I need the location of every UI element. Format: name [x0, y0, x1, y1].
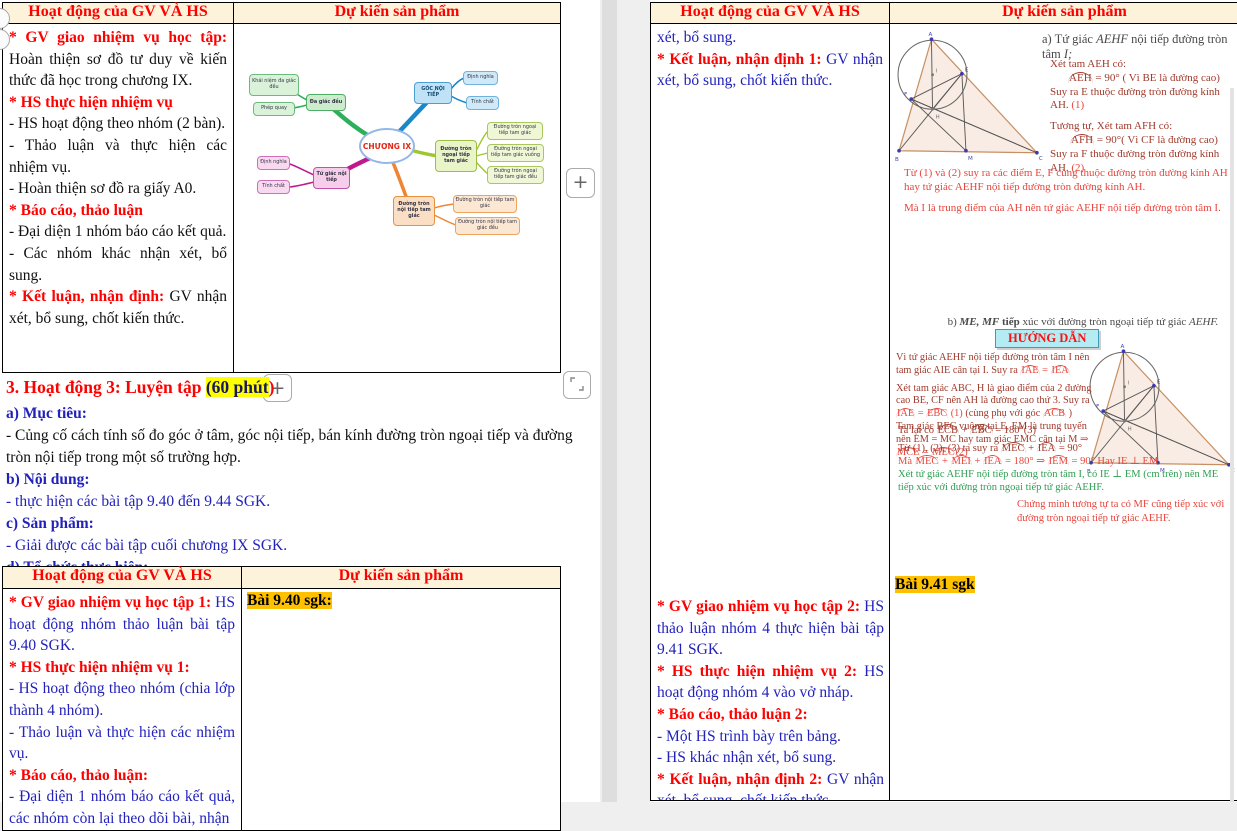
table-activity-right: Hoạt động của GV VÀ HS Dự kiến sản phẩm … — [650, 2, 1237, 801]
solution-b-conclusion: Chứng minh tương tự ta có MF cũng tiếp x… — [1017, 498, 1231, 525]
svg-text:F: F — [1096, 404, 1099, 410]
table-activity-bottom: Hoạt động của GV VÀ HS Dự kiến sản phẩm … — [2, 566, 561, 831]
document-page-left: Hoạt động của GV VÀ HS Dự kiến sản phẩm … — [0, 0, 600, 802]
mindmap-node: Định nghĩa — [257, 156, 290, 170]
activity-cell-bottom: * GV giao nhiệm vụ học tập 1: HS hoạt độ… — [3, 589, 241, 830]
activity-cell-right: xét, bổ sung.* Kết luận, nhận định 1: GV… — [651, 24, 889, 801]
section-body: a) Mục tiêu:- Củng cố cách tính số đo gó… — [6, 403, 592, 579]
svg-text:E: E — [965, 68, 969, 74]
page-gutter — [600, 0, 650, 802]
activity-paragraphs-bottom: * GV giao nhiệm vụ học tập 2: HS thảo lu… — [657, 596, 884, 801]
svg-text:F: F — [904, 92, 907, 98]
exercise-941-label: Bài 9.41 sgk — [895, 576, 975, 594]
mindmap-node: Định nghĩa — [463, 71, 498, 85]
mindmap-node: Đường tròn nội tiếp tam giác — [453, 195, 517, 213]
solution-cell: A B C E F H I M a) Tứ giác AEHF nội tiếp… — [890, 24, 1237, 800]
mindmap-node: Tính chất — [257, 180, 290, 194]
solution-b-steps-continued: Ta lại có ECB + EBC = 180°(3)Từ (1), (2)… — [898, 424, 1236, 494]
insert-plus-button[interactable]: + — [566, 168, 595, 198]
gutter-shadow — [602, 0, 617, 802]
table-header-product: Dự kiến sản phẩm — [242, 567, 561, 589]
mindmap-node-duong-tron-ngoai-tiep: Đường tròn ngoại tiếp tam giác — [435, 140, 477, 172]
svg-text:E: E — [1157, 380, 1161, 386]
solution-b-title: b) ME, MF tiếp xúc với đường tròn ngoại … — [927, 316, 1237, 328]
activity-cell-top: * GV giao nhiệm vụ học tập: Hoàn thiện s… — [3, 24, 233, 373]
mindmap-node: Khái niệm đa giác đều — [249, 74, 299, 96]
mindmap-center-node: CHƯƠNG IX — [359, 128, 415, 164]
table-header-activity: Hoạt động của GV VÀ HS — [651, 3, 890, 24]
activity-paragraphs-top: xét, bổ sung.* Kết luận, nhận định 1: GV… — [657, 27, 883, 92]
svg-text:H: H — [936, 114, 940, 120]
geometry-figure-1: A B C E F H I M — [895, 28, 1045, 164]
product-cell-bottom: Bài 9.40 sgk: — [242, 589, 560, 830]
mindmap-node: Đường tròn nội tiếp tam giác đều — [455, 217, 520, 235]
mindmap-node: Đường tròn ngoại tiếp tam giác vuông — [487, 144, 544, 162]
section-hoat-dong-3: 3. Hoạt động 3: Luyện tập (60 phút) a) M… — [6, 375, 592, 579]
table-header-product: Dự kiến sản phẩm — [234, 3, 561, 24]
svg-text:C: C — [1039, 156, 1043, 162]
mindmap-node: Đường tròn ngoại tiếp tam giác — [487, 122, 543, 140]
guide-box: HƯỚNG DẪN — [995, 329, 1099, 348]
table-header-product: Dự kiến sản phẩm — [890, 3, 1237, 24]
solution-a-steps: Xét tam AEH có:AEH = 90° ( Vì BE là đườn… — [1050, 58, 1237, 175]
table-header-activity: Hoạt động của GV VÀ HS — [3, 567, 242, 589]
svg-text:B: B — [895, 157, 899, 163]
svg-text:A: A — [1120, 344, 1124, 350]
exercise-940-label: Bài 9.40 sgk: — [247, 592, 332, 609]
mindmap-node-duong-tron-noi-tiep: Đường tròn nội tiếp tam giác — [393, 196, 435, 226]
mindmap-node-da-giac-deu: Đa giác đều — [306, 94, 346, 111]
mindmap-node: Đường tròn ngoại tiếp tam giác đều — [487, 166, 544, 184]
right-edge-strip — [1230, 88, 1234, 802]
section-title: 3. Hoạt động 3: Luyện tập (60 phút) — [6, 375, 592, 400]
mindmap-image: CHƯƠNG IX Đa giác đều Khái niệm đa giác … — [233, 26, 555, 370]
mindmap-node: Tính chất — [466, 96, 499, 110]
mindmap-node-goc-noi-tiep: GÓC NỘI TIẾP — [414, 82, 452, 104]
solution-a-conclusion: Từ (1) và (2) suy ra các điểm E, F cùng … — [904, 166, 1230, 215]
table-header-activity: Hoạt động của GV VÀ HS — [3, 3, 234, 24]
mindmap-node-tu-giac-noi-tiep: Tứ giác nội tiếp — [313, 167, 350, 189]
svg-text:M: M — [968, 156, 973, 162]
svg-text:A: A — [928, 32, 932, 38]
document-page-right: Hoạt động của GV VÀ HS Dự kiến sản phẩm … — [650, 0, 1237, 802]
mindmap-node: Phép quay — [253, 102, 295, 116]
